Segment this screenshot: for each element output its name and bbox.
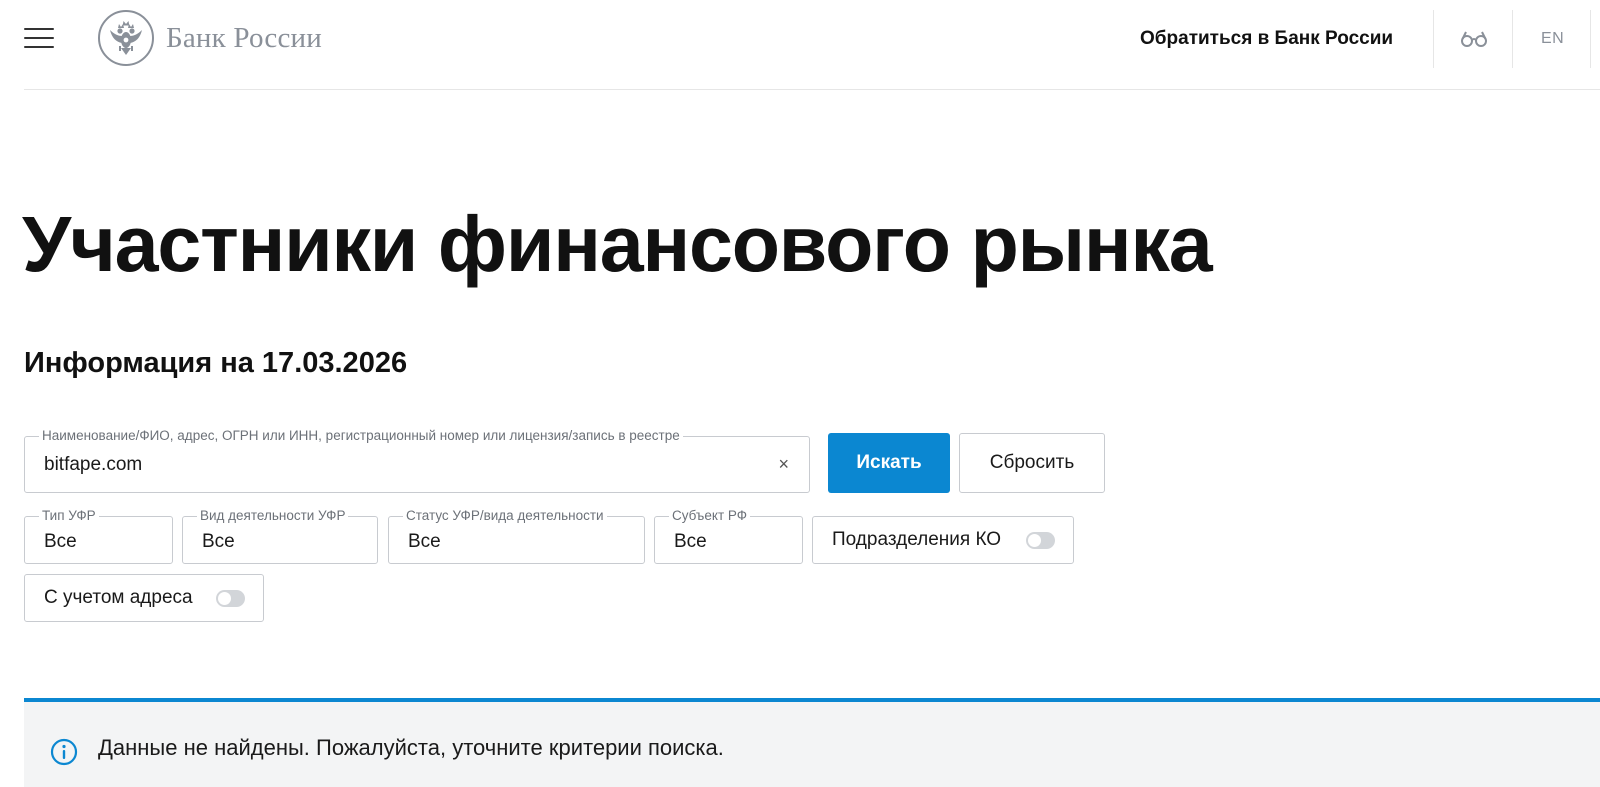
ko-divisions-toggle[interactable] <box>1026 532 1055 549</box>
no-results-text: Данные не найдены. Пожалуйста, уточните … <box>98 735 724 760</box>
activity-type-legend: Вид деятельности УФР <box>197 508 349 524</box>
bank-logo[interactable]: Банк России <box>98 10 322 66</box>
ko-divisions-label: Подразделения КО <box>832 529 1002 550</box>
info-circle-icon <box>50 738 78 766</box>
activity-type-value: Все <box>202 531 235 552</box>
header-divider <box>1590 10 1591 68</box>
search-button[interactable]: Искать <box>828 433 950 493</box>
region-value: Все <box>674 531 707 552</box>
ufr-type-legend: Тип УФР <box>39 508 99 524</box>
header-divider <box>1512 10 1513 68</box>
with-address-filter: С учетом адреса <box>24 574 264 622</box>
status-legend: Статус УФР/вида деятельности <box>403 508 607 524</box>
with-address-label: С учетом адреса <box>44 587 193 608</box>
contact-bank-link[interactable]: Обратиться в Банк России <box>1140 28 1393 50</box>
double-headed-eagle-emblem-icon <box>98 10 154 66</box>
glasses-icon[interactable] <box>1460 28 1488 48</box>
region-legend: Субъект РФ <box>669 508 750 524</box>
language-switch-link[interactable]: EN <box>1541 30 1564 48</box>
no-results-notice: Данные не найдены. Пожалуйста, уточните … <box>24 698 1600 787</box>
ufr-type-select[interactable]: Тип УФР Все <box>24 508 173 564</box>
logo-text: Банк России <box>166 21 322 54</box>
activity-type-select[interactable]: Вид деятельности УФР Все <box>182 508 378 564</box>
search-field-legend: Наименование/ФИО, адрес, ОГРН или ИНН, р… <box>39 428 683 444</box>
reset-button[interactable]: Сбросить <box>959 433 1105 493</box>
header-bottom-border <box>24 89 1600 90</box>
status-select[interactable]: Статус УФР/вида деятельности Все <box>388 508 645 564</box>
ufr-type-value: Все <box>44 531 77 552</box>
page-title: Участники финансового рынка <box>22 199 1213 288</box>
info-date-heading: Информация на 17.03.2026 <box>24 347 408 379</box>
with-address-toggle[interactable] <box>216 590 245 607</box>
search-input[interactable] <box>44 451 734 479</box>
hamburger-menu-icon[interactable] <box>24 27 54 49</box>
header-divider <box>1433 10 1434 68</box>
region-select[interactable]: Субъект РФ Все <box>654 508 803 564</box>
search-field: Наименование/ФИО, адрес, ОГРН или ИНН, р… <box>24 428 810 493</box>
status-value: Все <box>408 531 441 552</box>
ko-divisions-filter: Подразделения КО <box>812 516 1074 564</box>
clear-icon[interactable]: × <box>778 454 789 474</box>
site-header: Банк России Обратиться в Банк России EN <box>0 0 1600 90</box>
